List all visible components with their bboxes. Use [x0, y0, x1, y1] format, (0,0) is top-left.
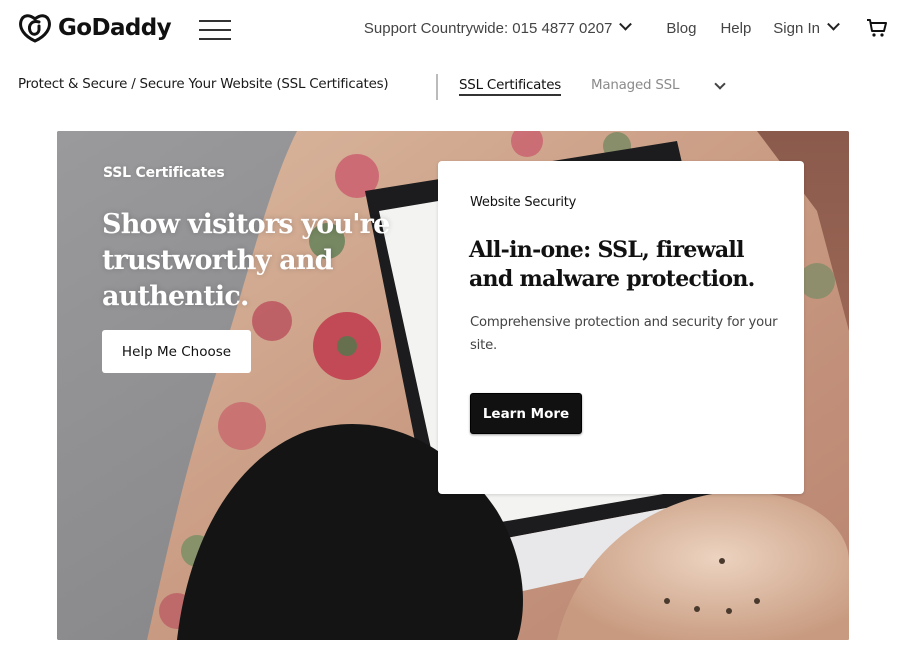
blog-label: Blog: [666, 19, 697, 37]
sign-in-dropdown[interactable]: Sign In: [773, 17, 840, 37]
breadcrumb[interactable]: Protect & Secure / Secure Your Website (…: [18, 77, 389, 92]
support-label: Support Countrywide: 015 4877 0207: [363, 19, 613, 37]
divider: [436, 74, 438, 100]
godaddy-logo[interactable]: GoDaddy: [18, 12, 172, 44]
help-link[interactable]: Help: [720, 20, 751, 37]
help-label: Help: [720, 19, 752, 37]
tab-ssl-certificates[interactable]: SSL Certificates: [459, 78, 561, 96]
help-me-choose-button[interactable]: Help Me Choose: [102, 330, 251, 373]
cart-icon[interactable]: [866, 18, 888, 38]
godaddy-logo-icon: [19, 14, 51, 43]
support-dropdown[interactable]: Support Countrywide: 015 4877 0207: [363, 17, 633, 37]
tab-managed-ssl[interactable]: Managed SSL: [591, 78, 679, 93]
chevron-down-icon: [827, 17, 840, 31]
chevron-down-icon: [619, 17, 633, 31]
card-title: All-in-one: SSL, firewall and malware pr…: [469, 237, 755, 292]
chevron-down-icon[interactable]: [713, 79, 727, 93]
blog-link[interactable]: Blog: [666, 20, 696, 37]
card-eyebrow: Website Security: [470, 195, 577, 210]
hero-title: Show visitors you're trustworthy and aut…: [102, 209, 390, 312]
sign-in-label: Sign In: [773, 19, 820, 37]
section-nav: Protect & Secure / Secure Your Website (…: [0, 70, 904, 104]
header-nav: Support Countrywide: 015 4877 0207 Blog …: [363, 17, 888, 38]
learn-more-button[interactable]: Learn More: [470, 393, 582, 434]
brand-name: GoDaddy: [58, 15, 172, 41]
hero-eyebrow: SSL Certificates: [103, 165, 225, 181]
card-description: Comprehensive protection and security fo…: [470, 315, 778, 353]
hamburger-menu-icon[interactable]: [199, 18, 232, 42]
site-header: GoDaddy Support Countrywide: 015 4877 02…: [0, 0, 904, 60]
website-security-card: Website Security All-in-one: SSL, firewa…: [438, 161, 804, 494]
